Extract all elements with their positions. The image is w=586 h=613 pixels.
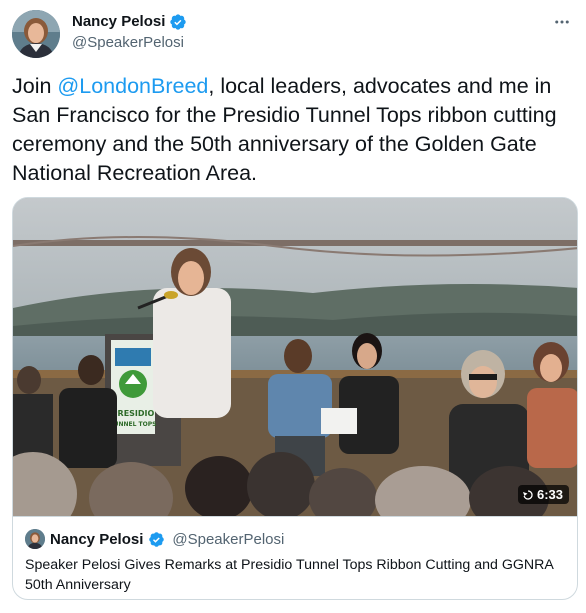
author-info: Nancy Pelosi @SpeakerPelosi: [72, 12, 187, 53]
replay-icon: [522, 489, 533, 500]
profile-photo-icon: [25, 529, 45, 549]
video-duration-badge: 6:33: [517, 485, 569, 504]
video-duration: 6:33: [536, 487, 563, 502]
author-handle[interactable]: @SpeakerPelosi: [72, 33, 187, 53]
quoted-author-avatar: [25, 529, 45, 549]
mention-link[interactable]: @LondonBreed: [57, 74, 208, 98]
tweet-text-prefix: Join: [12, 74, 58, 98]
profile-photo-icon: [12, 10, 60, 58]
video-frame-image: PRESIDIO TUNNEL TOPS: [13, 198, 577, 516]
quoted-video-title: Speaker Pelosi Gives Remarks at Presidio…: [25, 557, 554, 593]
author-avatar[interactable]: [12, 10, 60, 58]
quoted-video-card[interactable]: PRESIDIO TUNNEL TOPS 6:33 Nancy Pelosi @…: [12, 197, 578, 600]
more-options-button[interactable]: [552, 12, 572, 32]
author-name[interactable]: Nancy Pelosi: [72, 12, 165, 32]
ellipsis-icon: [555, 20, 569, 24]
video-thumbnail[interactable]: PRESIDIO TUNNEL TOPS 6:33: [13, 198, 577, 516]
podium-sign-line-1: PRESIDIO: [112, 409, 155, 418]
quoted-tweet-footer[interactable]: Nancy Pelosi @SpeakerPelosi Speaker Pelo…: [13, 516, 577, 599]
tweet[interactable]: Nancy Pelosi @SpeakerPelosi Join @London…: [0, 0, 586, 613]
quoted-author-handle: @SpeakerPelosi: [172, 530, 285, 548]
quoted-author-name: Nancy Pelosi: [50, 530, 144, 548]
tweet-text: Join @LondonBreed, local leaders, advoca…: [12, 72, 572, 188]
verified-badge-icon: [170, 14, 187, 30]
verified-badge-icon: [149, 531, 165, 547]
